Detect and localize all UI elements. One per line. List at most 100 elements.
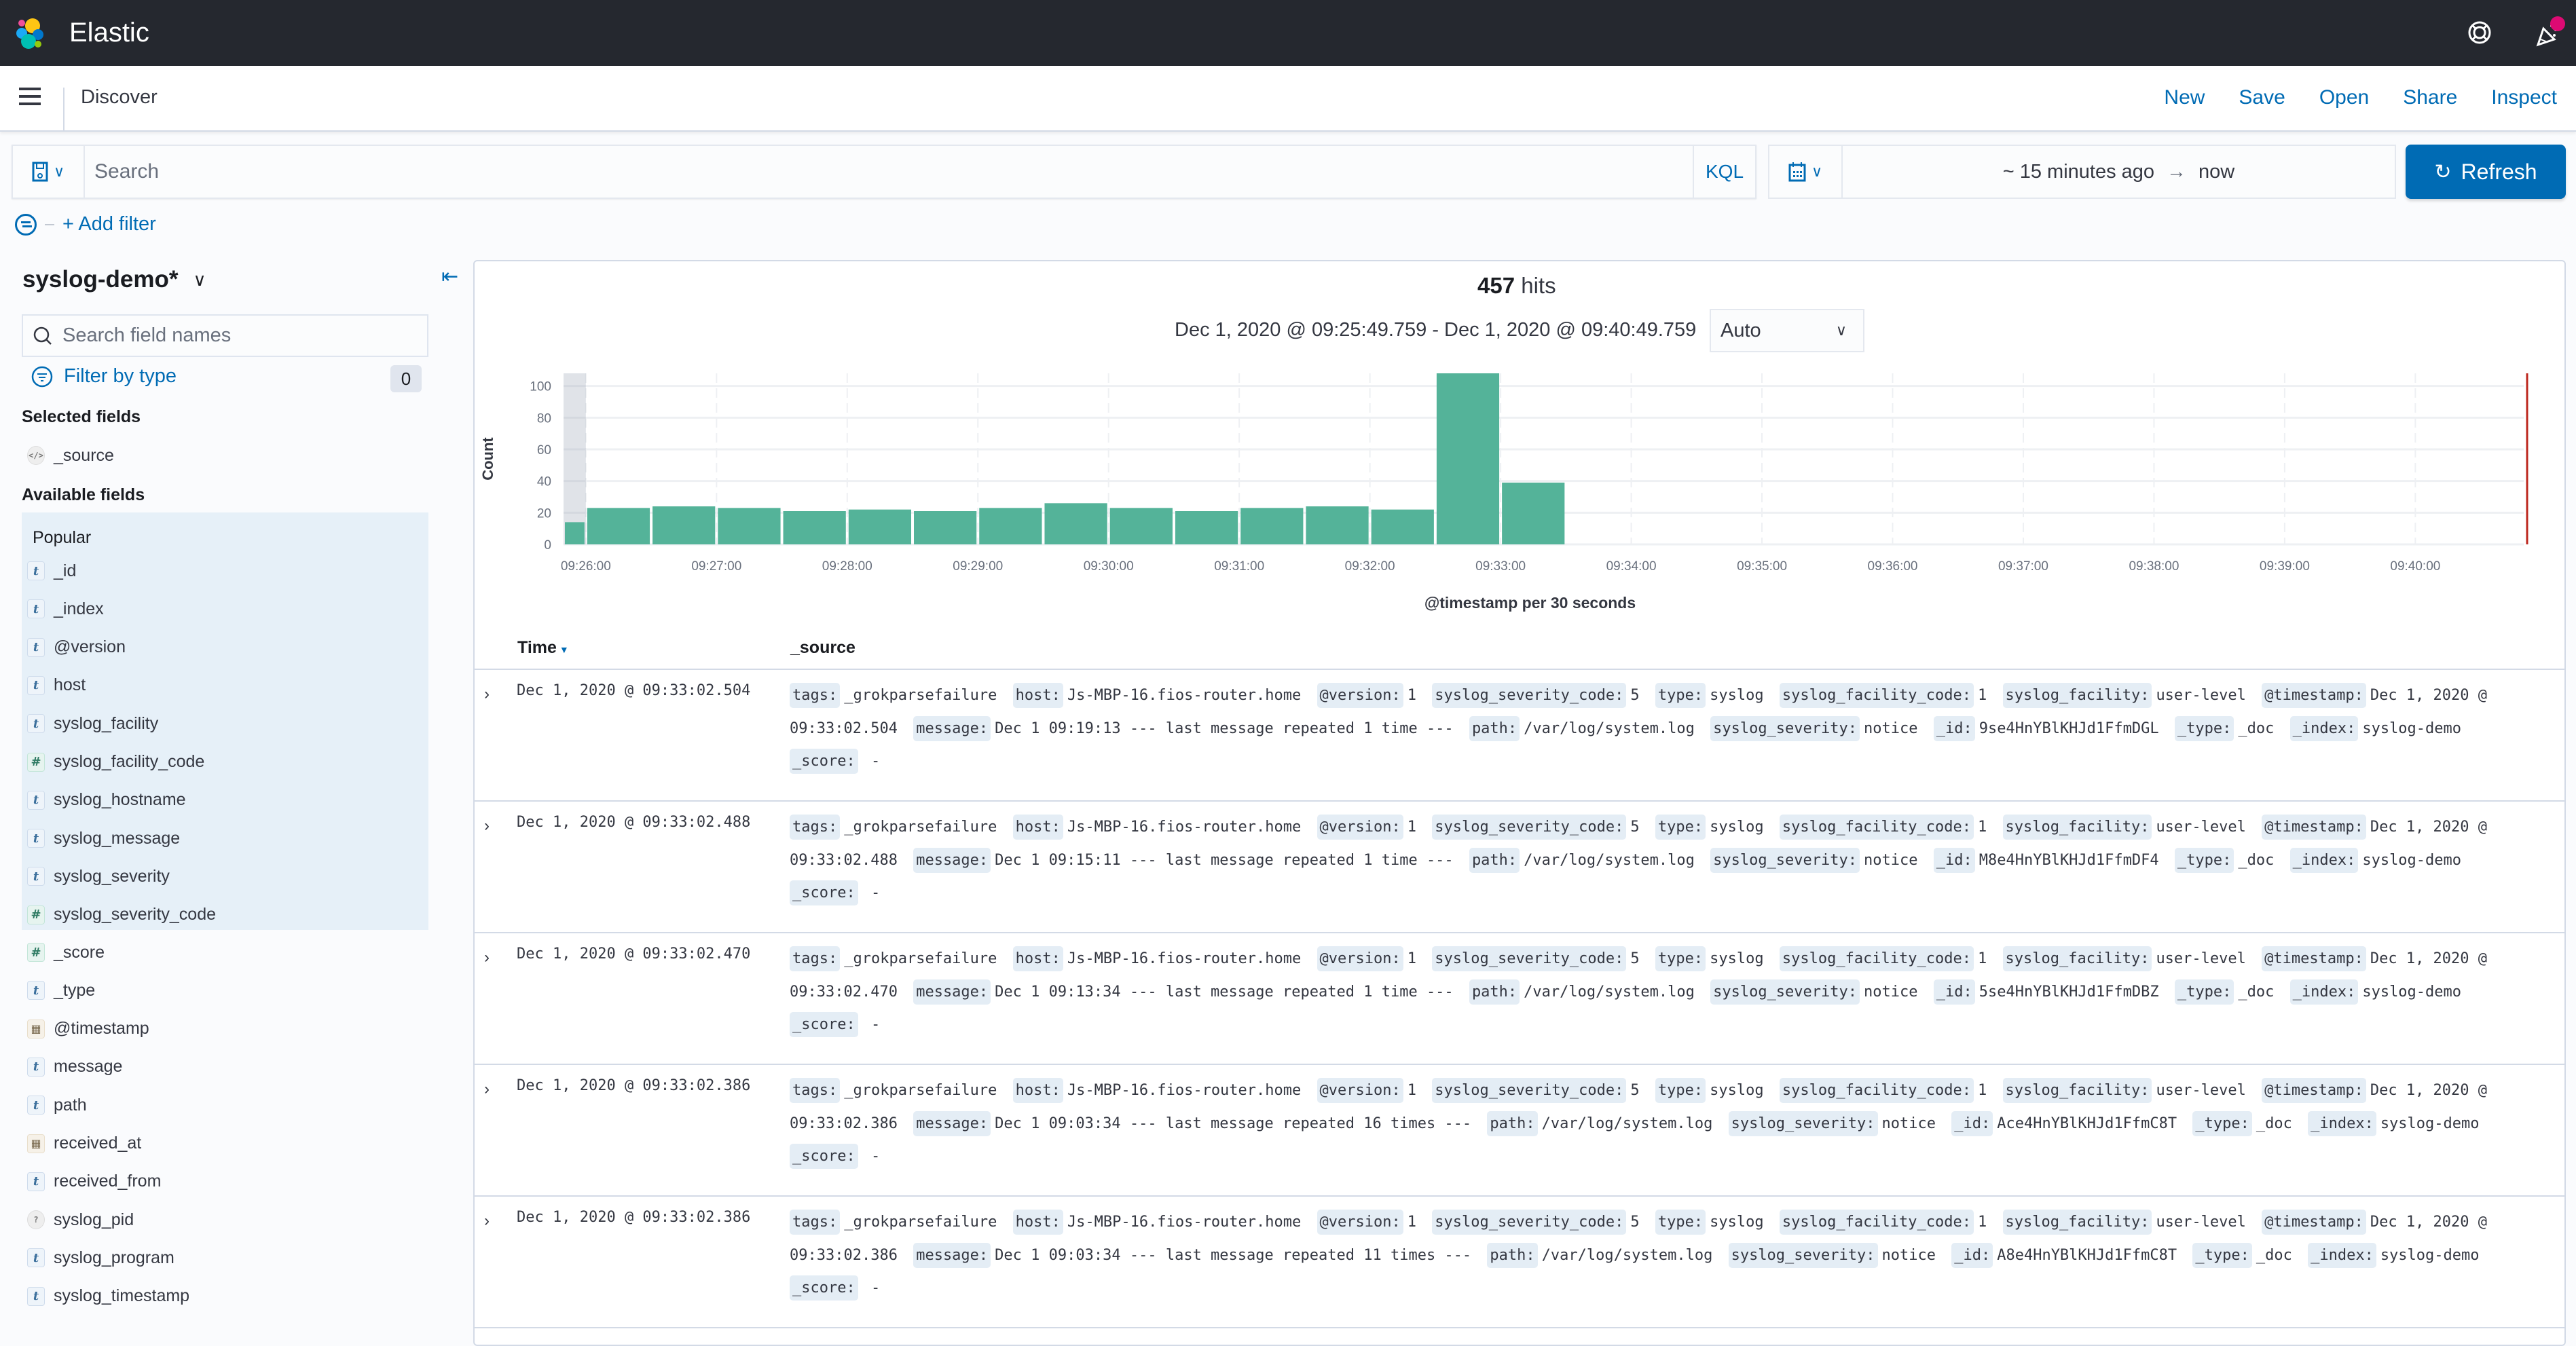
source-field-key: _id: [1951,1110,1993,1136]
source-field-value: user-level [2156,819,2246,836]
add-filter-button[interactable]: + Add filter [62,213,156,236]
quick-select-button[interactable]: ∨ [1769,146,1843,198]
field-item[interactable]: t host [27,672,86,699]
field-item[interactable]: t syslog_severity [27,863,170,890]
source-field-key: message: [913,715,991,741]
source-field-key: _id: [1951,1242,1993,1268]
field-item[interactable]: t received_from [27,1168,161,1195]
expand-row-icon[interactable]: › [484,948,490,967]
field-item[interactable]: t syslog_hostname [27,787,186,814]
global-header: Elastic [0,0,2576,66]
x-tick-label: 09:40:00 [2390,559,2440,574]
brand-name[interactable]: Elastic [69,16,149,49]
source-field-value: 5 [1630,819,1640,836]
field-item[interactable]: t @version [27,634,126,661]
field-item[interactable]: </> _source [27,442,114,469]
source-field-value: /var/log/system.log [1524,983,1695,1001]
source-field-key: type: [1655,1078,1706,1103]
row-source: tags: _grokparsefailure host: Js-MBP-16.fi… [790,679,2548,779]
selected-fields-title: Selected fields [22,407,141,426]
string-field-icon: t [27,829,45,848]
histogram-chart[interactable]: 0 20 40 60 80 100 09:26:00 09:27:00 09:28:00 09:2… [473,360,2566,624]
source-field-value: syslog [1710,819,1764,836]
field-item[interactable]: t message [27,1053,122,1081]
field-item[interactable]: t syslog_facility [27,710,158,737]
new-link[interactable]: New [2164,86,2205,109]
string-field-icon: t [27,867,45,886]
field-item[interactable]: t _type [27,977,95,1004]
source-field-value: _doc [2238,983,2275,1001]
source-field-key: @timestamp: [2262,1078,2366,1103]
y-tick-label: 60 [537,443,551,457]
source-field-value: _grokparsefailure [844,1214,997,1231]
field-name: @version [54,637,126,657]
sort-desc-icon[interactable]: ▼ [559,644,569,655]
row-source: tags: _grokparsefailure host: Js-MBP-16.fi… [790,811,2548,910]
field-item[interactable]: ? syslog_pid [27,1206,134,1233]
search-input[interactable] [94,146,1670,198]
source-field-key: syslog_severity: [1710,715,1860,741]
expand-row-icon[interactable]: › [484,1212,490,1231]
expand-row-icon[interactable]: › [484,817,490,836]
source-field-value: - [862,753,881,770]
histogram-bar [1044,503,1107,544]
string-field-icon: t [27,1286,45,1306]
x-tick-label: 09:36:00 [1868,559,1918,574]
source-field-key: tags: [790,946,841,971]
newsfeed-button[interactable] [2530,8,2571,49]
collapse-sidebar-icon[interactable]: ⇤ [441,265,458,288]
filter-bar: + Add filter [15,213,156,236]
source-field-value: 5 [1630,1082,1640,1099]
breadcrumb-discover: Discover [81,86,158,108]
string-field-icon: t [27,714,45,734]
hits-counter: 457 hits [1477,273,1556,299]
field-name: received_from [54,1172,162,1191]
interval-select[interactable]: Auto ∨ [1710,309,1864,352]
index-pattern-selector[interactable]: syslog-demo* ∨ [22,266,206,293]
x-tick-label: 09:38:00 [2129,559,2179,574]
source-field-key: host: [1012,1210,1063,1235]
end-date[interactable]: now [2198,161,2234,183]
expand-row-icon[interactable]: › [484,685,490,704]
inspect-link[interactable]: Inspect [2491,86,2557,109]
field-name: message [54,1057,123,1077]
field-item[interactable]: t syslog_program [27,1244,174,1271]
filter-by-type-button[interactable]: Filter by type [31,365,177,388]
source-field-value: syslog-demo [2362,983,2462,1001]
open-link[interactable]: Open [2319,86,2369,109]
source-field-value: 1 [1978,819,1987,836]
field-item[interactable]: # syslog_severity_code [27,901,216,929]
field-item[interactable]: t syslog_timestamp [27,1283,189,1310]
filter-options-icon[interactable] [15,213,37,236]
share-link[interactable]: Share [2403,86,2457,109]
field-item[interactable]: # syslog_facility_code [27,749,204,776]
x-tick-label: 09:26:00 [561,559,611,574]
source-field-value: 5 [1630,950,1640,967]
expand-row-icon[interactable]: › [484,1080,490,1099]
source-field-key: syslog_facility: [2002,1078,2152,1103]
elastic-logo-icon[interactable] [14,16,48,50]
field-item[interactable]: t _index [27,595,104,622]
help-icon[interactable] [2466,19,2493,46]
string-field-icon: t [27,1057,45,1077]
date-range-display[interactable]: ~ 15 minutes ago → now [1843,146,2395,198]
save-link[interactable]: Save [2239,86,2285,109]
field-item[interactable]: ▦ @timestamp [27,1015,149,1043]
saved-query-button[interactable]: ∨ [13,146,85,198]
divider [45,223,54,225]
field-search-input[interactable] [62,324,416,347]
column-header-time[interactable]: Time ▼ [517,638,569,658]
refresh-button[interactable]: ↻ Refresh [2406,145,2566,199]
start-date[interactable]: ~ 15 minutes ago [2003,161,2154,183]
field-item[interactable]: t syslog_message [27,825,180,852]
field-item[interactable]: ▦ received_at [27,1130,141,1157]
field-item[interactable]: t _id [27,557,76,584]
source-field-key: tags: [790,683,841,708]
source-field-value: syslog [1710,950,1764,967]
x-tick-label: 09:27:00 [691,559,741,574]
field-item[interactable]: t path [27,1091,87,1119]
field-item[interactable]: # _score [27,939,105,966]
field-name: syslog_hostname [54,790,186,810]
kql-language-button[interactable]: KQL [1693,146,1755,198]
menu-toggle-button[interactable] [19,88,41,108]
